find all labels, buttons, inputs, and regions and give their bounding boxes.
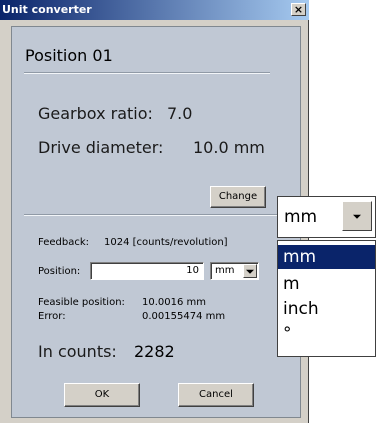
in-counts-label: In counts: [38,342,117,361]
in-counts-value: 2282 [134,342,175,361]
feasible-position-label: Feasible position: [38,297,125,308]
error-value: 0.00155474 mm [142,311,226,322]
drive-diameter-value: 10.0 mm [193,138,265,157]
unit-dropdown-list: mm m inch ° [277,240,376,357]
close-icon[interactable]: × [291,3,306,16]
error-label: Error: [38,311,66,322]
position-input[interactable]: 10 [90,262,204,280]
change-button[interactable]: Change [210,186,266,208]
unit-option-mm[interactable]: mm [278,245,375,269]
unit-converter-window: Unit converter × Position 01 Gearbox rat… [0,0,309,423]
divider-middle [24,214,280,216]
position-title: Position 01 [25,46,113,65]
unit-dropdown[interactable]: mm [277,196,376,238]
position-label: Position: [38,266,81,277]
chevron-down-icon[interactable] [342,201,372,231]
feedback-value: 1024 [counts/revolution] [104,237,228,248]
unit-dropdown-value: mm [284,207,318,227]
title-bar: Unit converter × [0,0,309,20]
drive-diameter-label: Drive diameter: [38,138,164,157]
chevron-down-icon[interactable] [243,264,257,278]
gearbox-ratio-label: Gearbox ratio: [38,104,153,123]
unit-option-inch[interactable]: inch [278,297,375,321]
unit-option-m[interactable]: m [278,272,375,296]
window-title: Unit converter [2,3,92,16]
divider-top [24,72,270,74]
ok-button[interactable]: OK [64,383,140,407]
unit-select-small-value: mm [215,265,235,276]
feasible-position-value: 10.0016 mm [142,297,207,308]
unit-select-small[interactable]: mm [210,262,259,280]
unit-option-degree[interactable]: ° [278,322,375,346]
feedback-label: Feedback: [38,237,89,248]
cancel-button[interactable]: Cancel [178,383,254,407]
gearbox-ratio-value: 7.0 [167,104,193,123]
